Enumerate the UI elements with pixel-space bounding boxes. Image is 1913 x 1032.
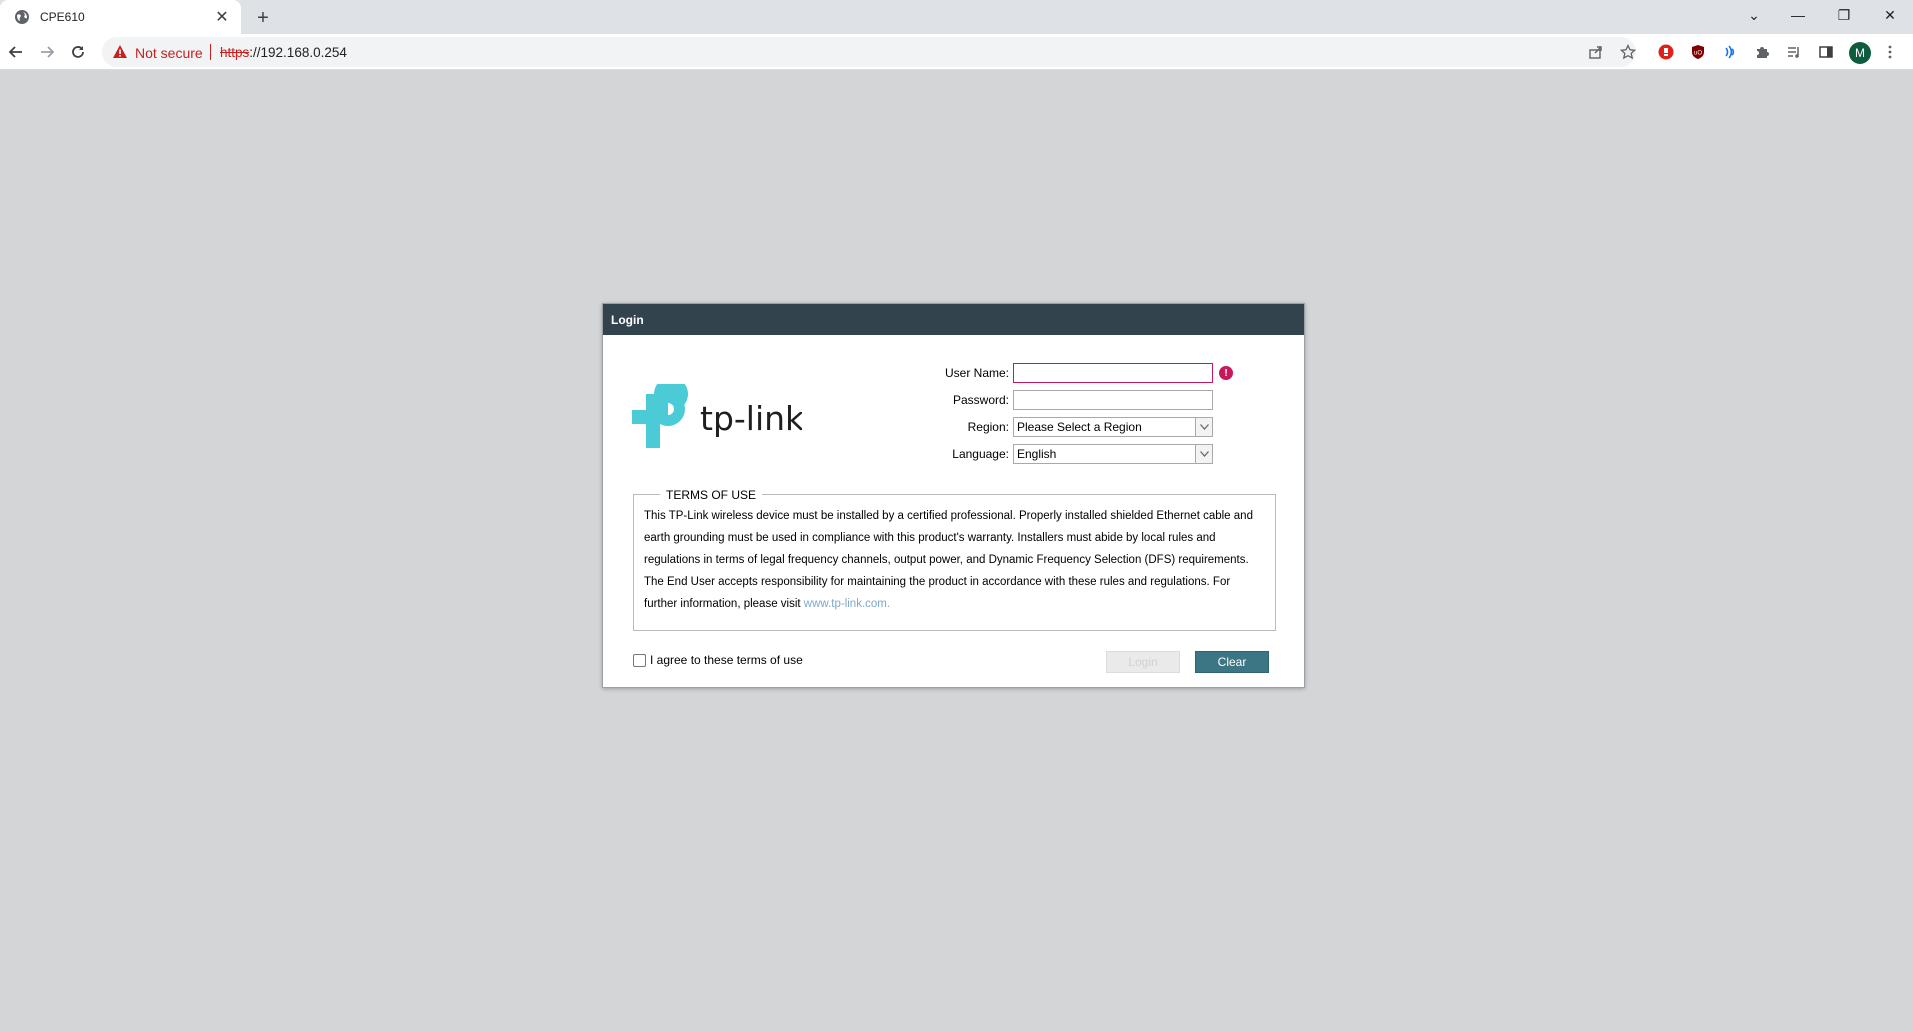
back-arrow-icon [8,46,22,58]
chevron-down-icon[interactable] [1195,418,1212,436]
not-secure-label[interactable]: Not secure [135,45,203,61]
agree-label[interactable]: I agree to these terms of use [650,653,803,667]
adblock-extension-icon[interactable] [1656,42,1676,62]
terms-of-use-box: TERMS OF USE This TP-Link wireless devic… [633,488,1276,631]
region-value: Please Select a Region [1017,420,1142,434]
menu-kebab-icon[interactable] [1880,42,1900,62]
address-bar[interactable]: Not secure https://192.168.0.254 [102,37,1636,67]
language-value: English [1017,447,1057,461]
ublock-extension-icon[interactable]: uO [1688,42,1708,62]
chevron-down-icon[interactable] [1195,445,1212,463]
terms-text: This TP-Link wireless device must be ins… [644,510,1253,610]
clear-button[interactable]: Clear [1195,651,1269,673]
back-button[interactable] [2,38,30,66]
tab-close-icon[interactable]: ✕ [211,6,233,28]
svg-text:uO: uO [1694,51,1702,57]
password-input[interactable] [1013,390,1213,410]
region-select[interactable]: Please Select a Region [1013,417,1213,437]
error-icon: ! [1219,366,1233,380]
reload-icon [72,46,84,58]
forward-button[interactable] [33,38,61,66]
warning-icon[interactable] [112,44,128,60]
browser-toolbar: Not secure https://192.168.0.254 uO M [0,34,1913,70]
password-row: Password: [903,389,1213,411]
login-dialog: Login tp-link User Name: ! Password: Reg… [602,303,1305,688]
forward-arrow-icon [41,46,55,58]
username-input[interactable] [1013,363,1213,383]
login-button[interactable]: Login [1106,651,1180,673]
username-row: User Name: ! [903,362,1233,384]
minimize-button[interactable]: — [1775,0,1821,30]
browser-tab[interactable]: CPE610 ✕ [0,0,241,34]
media-controls-icon[interactable] [1784,42,1804,62]
tp-link-website-link[interactable]: www.tp-link.com. [804,598,890,610]
side-panel-icon[interactable] [1816,42,1836,62]
agree-terms-row: I agree to these terms of use [633,653,803,667]
reload-button[interactable] [64,38,92,66]
address-divider [210,44,211,60]
puzzle-extensions-icon[interactable] [1752,42,1772,62]
svg-text:tp-link: tp-link [700,399,802,438]
password-label: Password: [952,393,1009,407]
language-select[interactable]: English [1013,444,1213,464]
dialog-title: Login [603,304,1304,335]
terms-body: This TP-Link wireless device must be ins… [644,505,1265,615]
agree-checkbox[interactable] [633,653,646,667]
region-label: Region: [967,420,1009,434]
tp-link-logo: tp-link [632,384,802,448]
close-window-button[interactable]: ✕ [1867,0,1913,30]
new-tab-button[interactable]: + [250,5,276,31]
restore-button[interactable]: ❐ [1821,0,1867,30]
url-text[interactable]: https://192.168.0.254 [220,45,347,60]
language-label: Language: [952,447,1009,461]
tab-search-icon[interactable]: ⌄ [1733,0,1775,30]
globe-icon [15,10,29,24]
terms-heading: TERMS OF USE [660,488,763,502]
url-host: ://192.168.0.254 [249,45,347,60]
tab-title: CPE610 [40,10,85,24]
url-scheme: https [220,45,250,60]
window-controls: ⌄ — ❐ ✕ [1733,0,1913,30]
wifi-extension-icon[interactable] [1720,42,1740,62]
share-icon[interactable] [1587,43,1605,61]
username-label: User Name: [944,366,1009,380]
region-row: Region: Please Select a Region [903,416,1213,438]
language-row: Language: English [903,443,1213,465]
profile-avatar[interactable]: M [1849,42,1871,64]
bookmark-star-icon[interactable] [1619,43,1637,61]
tab-strip: CPE610 ✕ + ⌄ — ❐ ✕ [0,0,1913,34]
